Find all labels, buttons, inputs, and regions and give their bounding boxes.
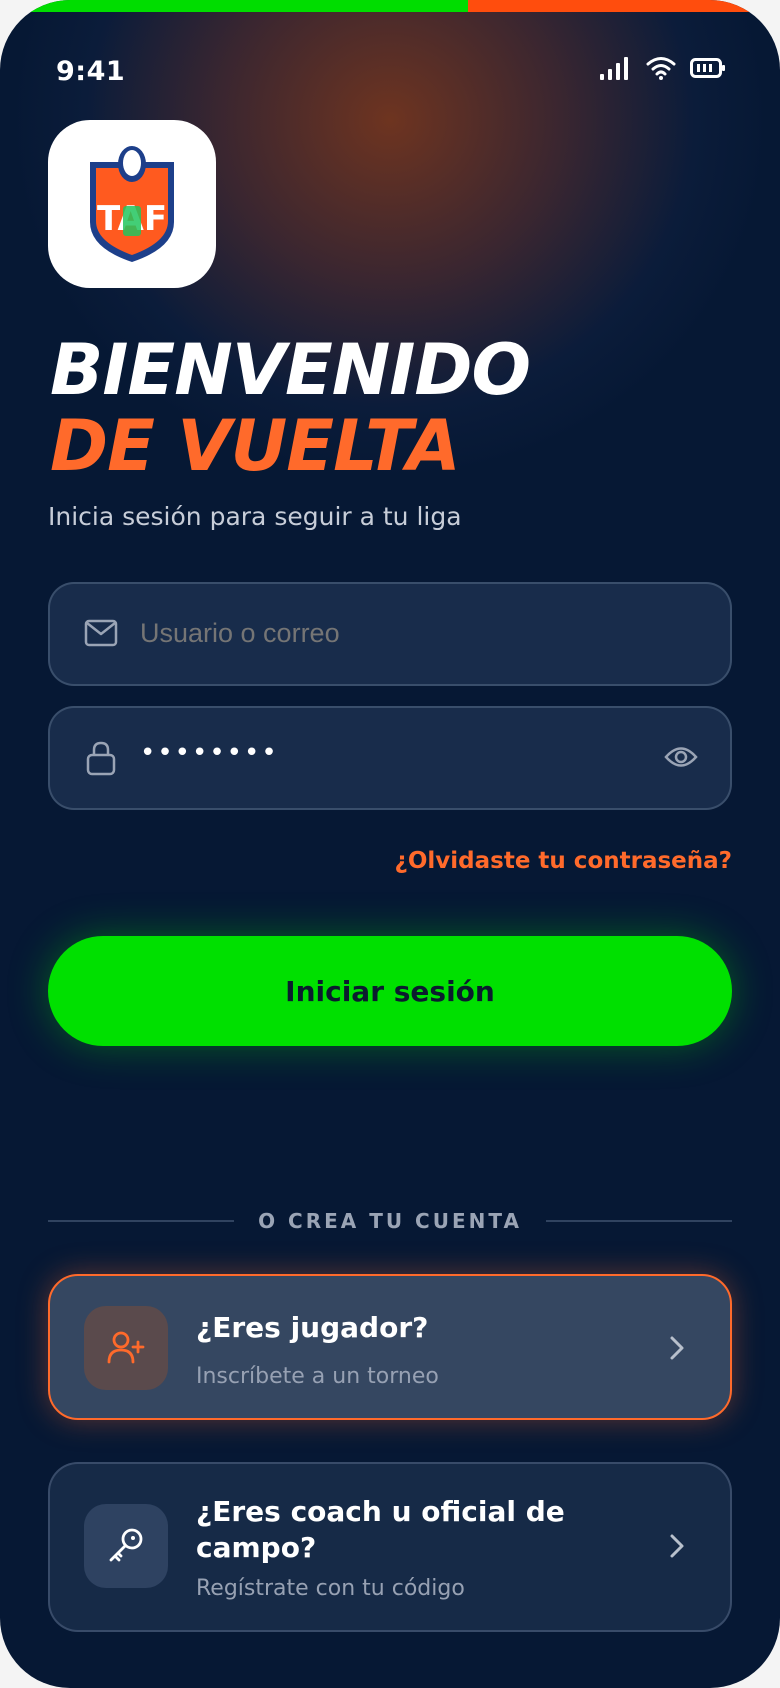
welcome-headline: BIENVENIDO DE VUELTA bbox=[50, 329, 531, 487]
username-input[interactable] bbox=[140, 618, 640, 649]
chevron-right-icon bbox=[668, 1532, 686, 1564]
headline-line-1: BIENVENIDO bbox=[50, 329, 531, 411]
battery-icon bbox=[690, 57, 726, 83]
headline-line-2: DE VUELTA bbox=[50, 405, 461, 487]
signal-icon bbox=[600, 56, 632, 84]
lock-icon bbox=[84, 740, 118, 780]
chevron-right-icon bbox=[668, 1334, 686, 1366]
league-shield-icon: TAF bbox=[90, 146, 174, 262]
key-icon bbox=[84, 1504, 168, 1588]
top-accent-bar bbox=[0, 0, 780, 12]
status-time: 9:41 bbox=[56, 56, 126, 87]
login-button[interactable]: Iniciar sesión bbox=[48, 936, 732, 1046]
eye-icon[interactable] bbox=[664, 744, 698, 774]
coach-card-title: ¿Eres coach u oficial de campo? bbox=[196, 1495, 565, 1564]
coach-signup-card[interactable]: ¿Eres coach u oficial de campo? Regístra… bbox=[48, 1462, 732, 1632]
mail-icon bbox=[84, 616, 118, 654]
player-signup-card[interactable]: ¿Eres jugador? Inscríbete a un torneo bbox=[48, 1274, 732, 1420]
player-card-title: ¿Eres jugador? bbox=[196, 1311, 429, 1344]
status-bar: 9:41 bbox=[0, 12, 780, 108]
forgot-password-link[interactable]: ¿Olvidaste tu contraseña? bbox=[395, 848, 733, 874]
password-field[interactable]: •••••••• bbox=[48, 706, 732, 810]
password-input[interactable]: •••••••• bbox=[140, 738, 640, 768]
user-plus-icon bbox=[84, 1306, 168, 1390]
divider-label: O CREA TU CUENTA bbox=[258, 1209, 522, 1233]
coach-card-subtitle: Regístrate con tu código bbox=[196, 1576, 465, 1601]
username-field[interactable] bbox=[48, 582, 732, 686]
welcome-subtitle: Inicia sesión para seguir a tu liga bbox=[48, 502, 462, 531]
wifi-icon bbox=[646, 56, 676, 84]
phone-screen: 9:41 BIENVENIDO DE VUELTA Inicia sesión … bbox=[0, 0, 780, 1688]
player-card-subtitle: Inscríbete a un torneo bbox=[196, 1364, 439, 1389]
app-logo: TAF bbox=[48, 120, 216, 288]
signup-divider: O CREA TU CUENTA bbox=[48, 1208, 733, 1234]
